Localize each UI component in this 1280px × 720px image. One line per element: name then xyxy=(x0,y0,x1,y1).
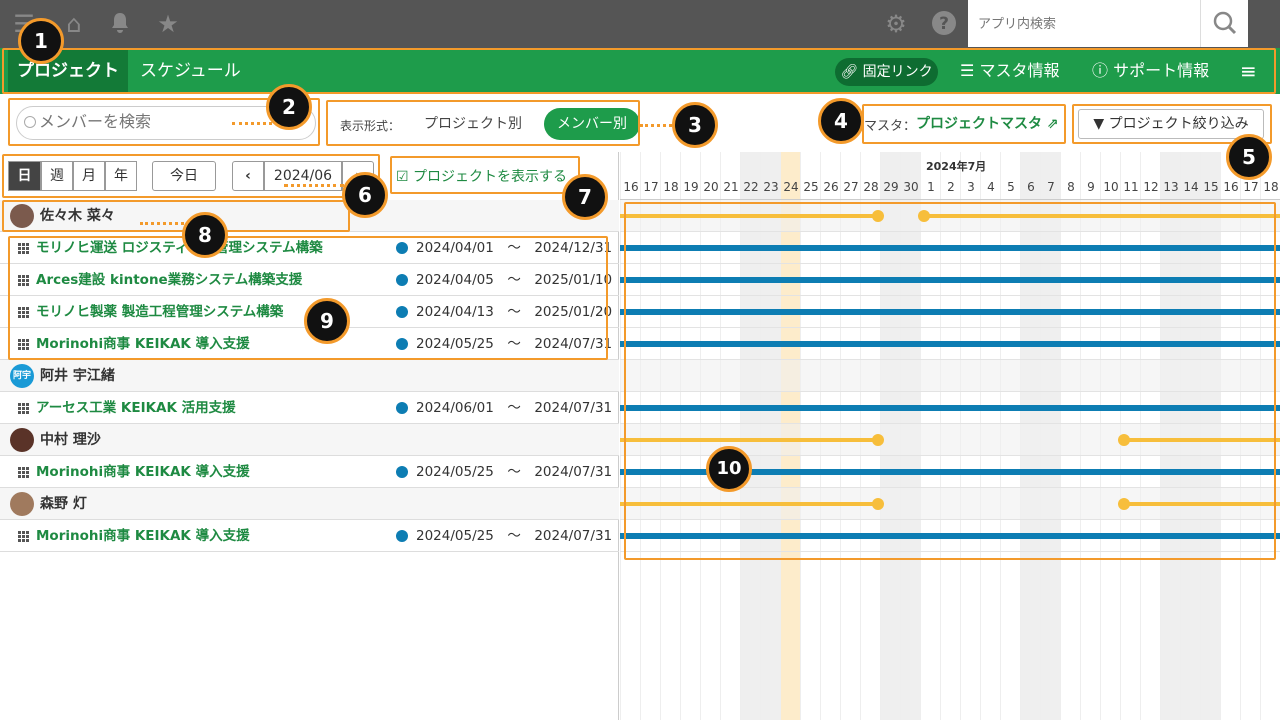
callout-badge: 7 xyxy=(562,174,608,220)
member-name: 中村 理沙 xyxy=(40,432,101,448)
callout-box xyxy=(2,154,380,198)
star-icon[interactable]: ★ xyxy=(154,10,182,38)
grid-icon xyxy=(18,467,29,478)
status-dot xyxy=(396,402,408,414)
callout-box xyxy=(2,200,350,232)
status-dot xyxy=(396,530,408,542)
project-period: 2024/06/01 〜 2024/07/31 xyxy=(416,400,613,416)
callout-badge: 1 xyxy=(18,18,64,64)
project-row[interactable]: アーセス工業 KEIKAK 活用支援 2024/06/01 〜 2024/07/… xyxy=(0,392,619,424)
callout-box xyxy=(2,48,1276,94)
callout-box xyxy=(862,104,1066,144)
callout-badge: 4 xyxy=(818,98,864,144)
callout-badge: 3 xyxy=(672,102,718,148)
callout-box xyxy=(326,100,640,146)
project-row[interactable]: Morinohi商事 KEIKAK 導入支援 2024/05/25 〜 2024… xyxy=(0,456,619,488)
project-name-link[interactable]: アーセス工業 KEIKAK 活用支援 xyxy=(36,392,236,424)
project-period: 2024/05/25 〜 2024/07/31 xyxy=(416,528,613,544)
project-name-link[interactable]: Morinohi商事 KEIKAK 導入支援 xyxy=(36,520,250,552)
member-name: 阿井 宇江緒 xyxy=(40,368,115,384)
status-dot xyxy=(396,466,408,478)
callout-connector xyxy=(140,222,184,225)
project-name-link[interactable]: Morinohi商事 KEIKAK 導入支援 xyxy=(36,456,250,488)
bell-icon[interactable] xyxy=(106,10,134,38)
callout-badge: 6 xyxy=(342,172,388,218)
callout-badge: 9 xyxy=(304,298,350,344)
grid-icon xyxy=(18,531,29,542)
project-period: 2024/05/25 〜 2024/07/31 xyxy=(416,464,613,480)
avatar: 阿宇 xyxy=(10,364,34,388)
svg-text:?: ? xyxy=(939,14,949,34)
callout-badge: 10 xyxy=(706,446,752,492)
gantt-header: 2024年7月 xyxy=(620,152,1280,200)
month-label: 2024年7月 xyxy=(926,160,987,173)
help-icon[interactable]: ? xyxy=(930,10,958,38)
callout-connector xyxy=(284,184,344,187)
callout-box xyxy=(390,156,580,194)
callout-box xyxy=(624,202,1276,560)
search-icon xyxy=(1213,11,1237,35)
callout-connector xyxy=(232,122,272,125)
app-search-button[interactable] xyxy=(1200,0,1248,47)
callout-badge: 2 xyxy=(266,84,312,130)
callout-badge: 5 xyxy=(1226,134,1272,180)
home-icon[interactable]: ⌂ xyxy=(60,10,88,38)
grid-icon xyxy=(18,403,29,414)
callout-box xyxy=(8,236,608,360)
project-row[interactable]: Morinohi商事 KEIKAK 導入支援 2024/05/25 〜 2024… xyxy=(0,520,619,552)
gear-icon[interactable]: ⚙ xyxy=(882,10,910,38)
app-search-input[interactable] xyxy=(968,0,1200,47)
avatar xyxy=(10,428,34,452)
member-name: 森野 灯 xyxy=(40,496,87,512)
top-bar: ☰ ⌂ ★ ⚙ ? xyxy=(0,0,1280,48)
member-row[interactable]: 森野 灯 xyxy=(0,488,619,520)
avatar xyxy=(10,492,34,516)
callout-badge: 8 xyxy=(182,212,228,258)
member-row[interactable]: 阿宇 阿井 宇江緒 xyxy=(0,360,619,392)
member-row[interactable]: 中村 理沙 xyxy=(0,424,619,456)
callout-connector xyxy=(640,124,672,127)
